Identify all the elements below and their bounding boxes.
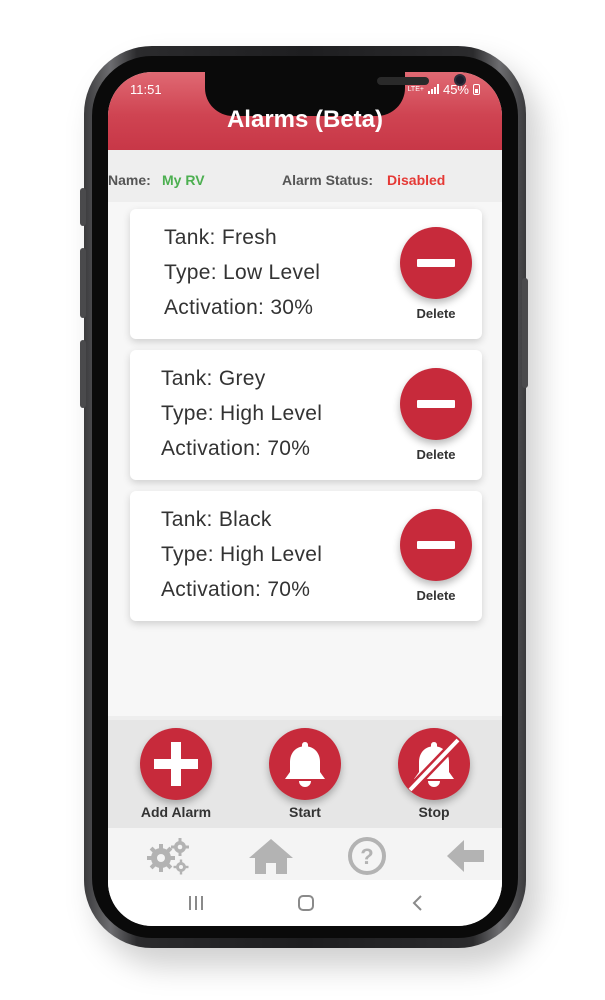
alarm-card: Tank: Fresh Type: Low Level Activation: … xyxy=(130,209,482,339)
signal-icon xyxy=(427,82,439,97)
alarm-tank: Tank: Grey xyxy=(161,367,266,390)
speaker-grille xyxy=(377,77,429,85)
start-alarm-button[interactable] xyxy=(269,728,341,800)
volume-up-button xyxy=(80,188,86,226)
minus-icon xyxy=(417,259,455,267)
power-button xyxy=(522,278,528,388)
network-label: LTE+ xyxy=(407,86,424,93)
stop-label: Stop xyxy=(418,804,450,820)
volume-down-button xyxy=(80,248,86,318)
stop-alarm-button[interactable] xyxy=(398,728,470,800)
recent-apps-icon[interactable] xyxy=(184,892,208,914)
side-button-lower xyxy=(80,340,86,408)
alarm-info-row: Name: My RV Alarm Status: Disabled xyxy=(108,168,502,196)
app-header: 11:51 LTE+ 45% Alarms (Beta) xyxy=(108,72,502,150)
alarm-tank: Tank: Black xyxy=(161,508,272,531)
alarm-activation: Activation: 70% xyxy=(161,437,311,460)
name-label: Name: xyxy=(108,172,151,188)
alarm-type: Type: High Level xyxy=(161,543,323,566)
alarm-status-label: Alarm Status: xyxy=(282,172,374,188)
minus-icon xyxy=(417,541,455,549)
start-label: Start xyxy=(289,804,321,820)
bell-icon xyxy=(285,742,325,787)
alarm-card: Tank: Grey Type: High Level Activation: … xyxy=(130,350,482,480)
home-square-icon[interactable] xyxy=(294,892,318,914)
delete-alarm-button[interactable] xyxy=(400,509,472,581)
alarm-type: Type: High Level xyxy=(161,402,323,425)
settings-icon[interactable] xyxy=(144,836,194,876)
delete-label: Delete xyxy=(416,447,456,462)
plus-icon xyxy=(154,742,198,786)
alarm-tank: Tank: Fresh xyxy=(164,226,278,249)
back-chevron-icon[interactable] xyxy=(406,892,430,914)
alarm-activation: Activation: 70% xyxy=(161,578,311,601)
minus-icon xyxy=(417,400,455,408)
app-screen: 11:51 LTE+ 45% Alarms (Beta) Name: My RV… xyxy=(108,72,502,926)
alarm-action-bar: Add Alarm Start Stop xyxy=(108,720,502,828)
alarm-card: Tank: Black Type: High Level Activation:… xyxy=(130,491,482,621)
bell-off-icon xyxy=(406,736,462,794)
help-icon[interactable]: ? xyxy=(342,836,392,876)
add-alarm-label: Add Alarm xyxy=(140,804,212,820)
battery-icon xyxy=(473,84,480,95)
system-nav-bar xyxy=(108,880,502,926)
delete-label: Delete xyxy=(416,306,456,321)
name-value: My RV xyxy=(162,172,205,188)
alarm-status-value: Disabled xyxy=(387,172,446,188)
bottom-nav: ? xyxy=(108,828,502,880)
page-title: Alarms (Beta) xyxy=(226,106,384,133)
alarm-list: Tank: Fresh Type: Low Level Activation: … xyxy=(108,202,502,716)
home-icon[interactable] xyxy=(246,836,296,876)
delete-alarm-button[interactable] xyxy=(400,227,472,299)
status-time: 11:51 xyxy=(130,82,162,97)
front-camera xyxy=(454,74,466,86)
delete-label: Delete xyxy=(416,588,456,603)
alarm-type: Type: Low Level xyxy=(164,261,321,284)
delete-alarm-button[interactable] xyxy=(400,368,472,440)
add-alarm-button[interactable] xyxy=(140,728,212,800)
svg-text:?: ? xyxy=(360,844,373,869)
back-arrow-icon[interactable] xyxy=(442,836,492,876)
alarm-activation: Activation: 30% xyxy=(164,296,314,319)
